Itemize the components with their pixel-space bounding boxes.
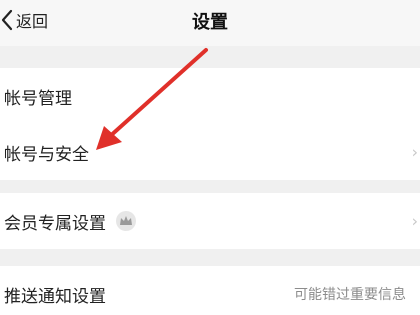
member-settings-label: 会员专属设置 <box>4 213 106 234</box>
account-management-label: 帐号管理 <box>4 88 72 109</box>
account-security-label: 帐号与安全 <box>4 144 89 165</box>
push-notification-label: 推送通知设置 <box>4 286 106 307</box>
notification-group: 推送通知设置 可能错过重要信息 <box>0 266 420 315</box>
chevron-right-icon: › <box>411 211 418 231</box>
page-title: 设置 <box>192 12 228 33</box>
account-management-item[interactable]: 帐号管理 <box>0 68 420 124</box>
member-group: 会员专属设置 › <box>0 193 420 249</box>
push-notification-value: 可能错过重要信息 <box>294 287 406 303</box>
crown-icon <box>116 211 136 231</box>
nav-header: 返回 设置 <box>0 0 420 46</box>
account-group: 帐号管理 帐号与安全 › <box>0 68 420 180</box>
push-notification-item[interactable]: 推送通知设置 可能错过重要信息 <box>0 266 420 315</box>
account-security-item[interactable]: 帐号与安全 › <box>0 124 420 180</box>
chevron-right-icon: › <box>411 142 418 162</box>
member-settings-item[interactable]: 会员专属设置 › <box>0 193 420 249</box>
